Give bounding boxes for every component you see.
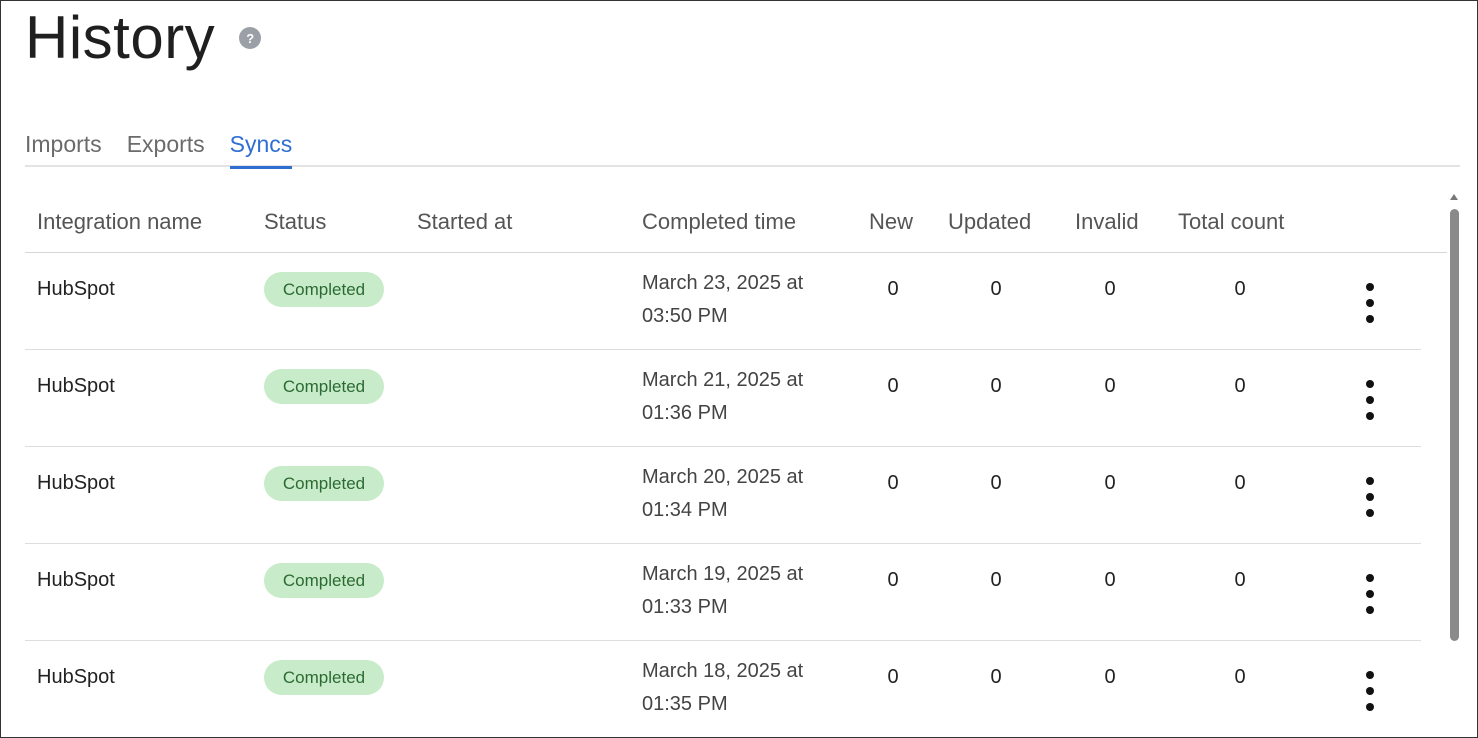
completed-clock: 01:36 PM — [642, 402, 728, 424]
updated-count-cell: 0 — [990, 278, 1002, 300]
status-badge: Completed — [264, 660, 384, 695]
more-vertical-icon[interactable] — [1356, 380, 1384, 420]
integration-name-cell: HubSpot — [37, 278, 115, 300]
tab-exports[interactable]: Exports — [127, 125, 205, 167]
total-count-cell: 0 — [1234, 666, 1246, 688]
completed-date: March 18, 2025 at — [642, 660, 804, 682]
completed-clock: 01:33 PM — [642, 596, 728, 618]
history-panel: History ? Imports Exports Syncs Integrat… — [0, 0, 1478, 738]
title-row: History ? — [25, 3, 262, 73]
table-row[interactable]: HubSpot Completed March 23, 2025 at 03:50… — [25, 253, 1421, 350]
column-header-updated[interactable]: Updated — [948, 191, 1031, 253]
completed-time-cell: March 18, 2025 at 01:35 PM — [642, 655, 832, 721]
completed-time-cell: March 21, 2025 at 01:36 PM — [642, 364, 832, 430]
completed-date: March 23, 2025 at — [642, 272, 804, 294]
total-count-cell: 0 — [1234, 569, 1246, 591]
status-badge: Completed — [264, 272, 384, 307]
updated-count-cell: 0 — [990, 569, 1002, 591]
column-header-total-count[interactable]: Total count — [1178, 191, 1284, 253]
more-vertical-icon[interactable] — [1356, 477, 1384, 517]
completed-time-cell: March 23, 2025 at 03:50 PM — [642, 267, 832, 333]
completed-date: March 21, 2025 at — [642, 369, 804, 391]
question-mark-icon[interactable]: ? — [239, 27, 262, 49]
status-badge: Completed — [264, 466, 384, 501]
updated-count-cell: 0 — [990, 666, 1002, 688]
completed-date: March 20, 2025 at — [642, 466, 804, 488]
completed-clock: 01:34 PM — [642, 499, 728, 521]
updated-count-cell: 0 — [990, 472, 1002, 494]
new-count-cell: 0 — [887, 666, 899, 688]
completed-clock: 01:35 PM — [642, 693, 728, 715]
total-count-cell: 0 — [1234, 472, 1246, 494]
completed-time-cell: March 19, 2025 at 01:33 PM — [642, 558, 832, 624]
tab-imports[interactable]: Imports — [25, 125, 102, 167]
column-header-started-at[interactable]: Started at — [417, 191, 512, 253]
status-badge: Completed — [264, 369, 384, 404]
new-count-cell: 0 — [887, 569, 899, 591]
invalid-count-cell: 0 — [1104, 375, 1116, 397]
integration-name-cell: HubSpot — [37, 375, 115, 397]
integration-name-cell: HubSpot — [37, 472, 115, 494]
invalid-count-cell: 0 — [1104, 666, 1116, 688]
status-badge: Completed — [264, 563, 384, 598]
more-vertical-icon[interactable] — [1356, 671, 1384, 711]
column-header-status[interactable]: Status — [264, 191, 326, 253]
new-count-cell: 0 — [887, 278, 899, 300]
scroll-up-arrow-icon[interactable] — [1450, 194, 1458, 200]
completed-date: March 19, 2025 at — [642, 563, 804, 585]
tab-bar: Imports Exports Syncs — [25, 125, 1460, 169]
total-count-cell: 0 — [1234, 375, 1246, 397]
column-header-completed-time[interactable]: Completed time — [642, 191, 796, 253]
updated-count-cell: 0 — [990, 375, 1002, 397]
completed-clock: 03:50 PM — [642, 305, 728, 327]
new-count-cell: 0 — [887, 375, 899, 397]
integration-name-cell: HubSpot — [37, 666, 115, 688]
tab-syncs[interactable]: Syncs — [229, 125, 292, 169]
table-row[interactable]: HubSpot Completed March 19, 2025 at 01:33… — [25, 544, 1421, 641]
column-header-invalid[interactable]: Invalid — [1075, 191, 1139, 253]
completed-time-cell: March 20, 2025 at 01:34 PM — [642, 461, 832, 527]
more-vertical-icon[interactable] — [1356, 283, 1384, 323]
column-header-integration-name[interactable]: Integration name — [37, 191, 202, 253]
table-row[interactable]: HubSpot Completed March 20, 2025 at 01:34… — [25, 447, 1421, 544]
new-count-cell: 0 — [887, 472, 899, 494]
invalid-count-cell: 0 — [1104, 472, 1116, 494]
invalid-count-cell: 0 — [1104, 278, 1116, 300]
integration-name-cell: HubSpot — [37, 569, 115, 591]
table-row[interactable]: HubSpot Completed March 18, 2025 at 01:35… — [25, 641, 1421, 737]
syncs-table: Integration name Status Started at Compl… — [25, 191, 1447, 737]
column-header-new[interactable]: New — [869, 191, 913, 253]
table-header: Integration name Status Started at Compl… — [25, 191, 1447, 253]
vertical-scrollbar[interactable] — [1448, 191, 1462, 737]
page-title: History — [25, 4, 216, 71]
invalid-count-cell: 0 — [1104, 569, 1116, 591]
table-row[interactable]: HubSpot Completed March 21, 2025 at 01:36… — [25, 350, 1421, 447]
more-vertical-icon[interactable] — [1356, 574, 1384, 614]
scrollbar-thumb[interactable] — [1450, 209, 1459, 641]
total-count-cell: 0 — [1234, 278, 1246, 300]
